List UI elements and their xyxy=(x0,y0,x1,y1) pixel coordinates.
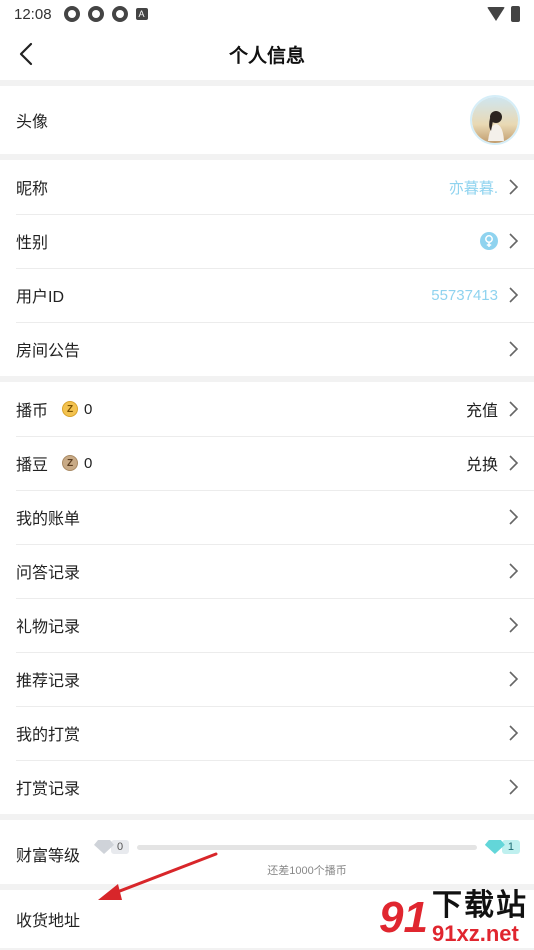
chevron-right-icon xyxy=(509,287,519,303)
chevron-right-icon xyxy=(509,779,519,795)
list-item-recommend-records[interactable]: 推荐记录 xyxy=(0,652,534,706)
avatar-row[interactable]: 头像 xyxy=(0,86,534,154)
notification-icon xyxy=(87,6,104,22)
status-bar: 12:08 A xyxy=(0,0,534,28)
list-item-label: 打赏记录 xyxy=(16,781,81,798)
chevron-right-icon xyxy=(509,509,519,525)
watermark-text: 下载站 xyxy=(432,889,528,922)
exchange-button[interactable]: 兑换 xyxy=(466,451,498,475)
app-notification-icon: A xyxy=(135,8,148,20)
watermark: 91 下载站 91xz.net xyxy=(379,890,528,946)
list-item-bills[interactable]: 我的账单 xyxy=(0,490,534,544)
list-item-qa-records[interactable]: 问答记录 xyxy=(0,544,534,598)
list-item-gift-records[interactable]: 礼物记录 xyxy=(0,598,534,652)
watermark-url: 91xz.net xyxy=(432,921,519,946)
chevron-right-icon xyxy=(509,563,519,579)
wifi-icon xyxy=(487,7,505,21)
coins-row[interactable]: 播币 Z 0 充值 xyxy=(0,382,534,436)
notification-icon xyxy=(111,6,128,22)
female-icon xyxy=(480,232,498,250)
next-level: 1 xyxy=(501,840,520,854)
user-id-label: 用户ID xyxy=(16,289,65,306)
chevron-right-icon xyxy=(509,401,519,417)
list-item-label: 推荐记录 xyxy=(16,673,81,690)
chevron-right-icon xyxy=(509,725,519,741)
beans-label: 播豆 xyxy=(16,457,49,474)
nickname-label: 昵称 xyxy=(16,181,49,198)
list-item-label: 问答记录 xyxy=(16,565,81,582)
bean-icon: Z xyxy=(62,455,79,471)
page-title: 个人信息 xyxy=(228,45,305,67)
gender-row[interactable]: 性别 xyxy=(0,214,534,268)
wealth-hint: 还差1000个播币 xyxy=(267,865,347,877)
coins-value: 0 xyxy=(84,400,93,418)
avatar-label: 头像 xyxy=(16,114,49,131)
user-id-value: 55737413 xyxy=(431,286,498,304)
chevron-right-icon xyxy=(509,341,519,357)
beans-value: 0 xyxy=(84,454,93,472)
wealth-level-label: 财富等级 xyxy=(16,848,81,865)
nav-header: 个人信息 xyxy=(0,28,534,80)
battery-icon xyxy=(511,6,520,22)
room-notice-row[interactable]: 房间公告 xyxy=(0,322,534,376)
nickname-value: 亦暮暮. xyxy=(448,179,498,197)
status-time: 12:08 xyxy=(14,5,52,23)
address-label: 收货地址 xyxy=(16,913,81,930)
chevron-right-icon xyxy=(509,617,519,633)
wealth-progress-bar xyxy=(137,844,477,850)
chevron-right-icon xyxy=(509,233,519,249)
chevron-right-icon xyxy=(509,671,519,687)
current-level: 0 xyxy=(111,840,130,854)
user-id-row[interactable]: 用户ID 55737413 xyxy=(0,268,534,322)
avatar-image xyxy=(472,97,518,143)
recharge-button[interactable]: 充值 xyxy=(466,397,498,421)
list-item-tip-records[interactable]: 打赏记录 xyxy=(0,760,534,814)
current-level-badge: 0 xyxy=(94,840,130,854)
next-level-badge: 1 xyxy=(484,840,520,854)
coin-icon: Z xyxy=(62,401,79,417)
notification-icon xyxy=(63,6,80,22)
list-item-label: 我的打赏 xyxy=(16,727,81,744)
gender-label: 性别 xyxy=(16,235,49,252)
wealth-level-row: 财富等级 0 1 还差1000个播币 xyxy=(0,820,534,884)
chevron-right-icon xyxy=(509,455,519,471)
list-item-label: 我的账单 xyxy=(16,511,81,528)
chevron-right-icon xyxy=(509,179,519,195)
room-notice-label: 房间公告 xyxy=(16,343,81,360)
watermark-logo: 91 xyxy=(379,893,428,942)
coins-label: 播币 xyxy=(16,403,49,420)
avatar[interactable] xyxy=(470,95,520,145)
list-item-my-tips[interactable]: 我的打赏 xyxy=(0,706,534,760)
back-button[interactable] xyxy=(12,38,44,70)
nickname-row[interactable]: 昵称 亦暮暮. xyxy=(0,160,534,214)
beans-row[interactable]: 播豆 Z 0 兑换 xyxy=(0,436,534,490)
back-arrow-icon xyxy=(19,42,33,66)
list-item-label: 礼物记录 xyxy=(16,619,81,636)
